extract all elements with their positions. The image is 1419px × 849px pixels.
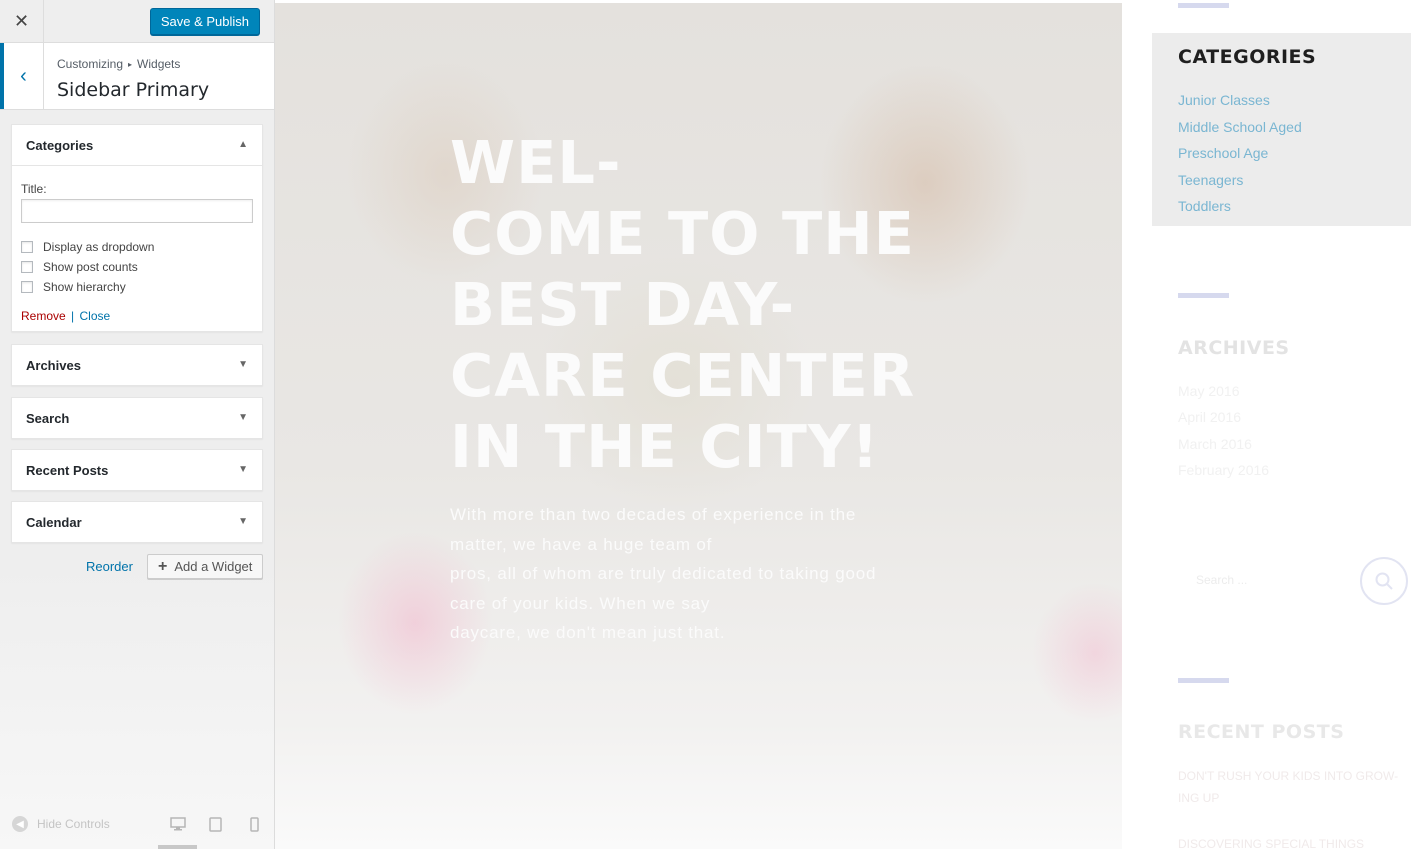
search-icon[interactable] [1360,557,1408,605]
accent-bar [1178,293,1229,298]
option-label: Show hierarchy [43,280,126,294]
widget-archives[interactable]: Archives ▼ [11,344,263,386]
plus-icon: + [158,557,168,575]
remove-link[interactable]: Remove [21,309,66,323]
archives-list: May 2016 April 2016 March 2016 February … [1178,383,1269,489]
back-arrow-icon[interactable]: ‹ [0,43,44,109]
breadcrumb-root: Customizing [57,57,124,71]
recent-post-link[interactable]: DISCOVERING SPECIAL THINGS [1178,833,1418,849]
arrow-down-icon[interactable]: ▼ [238,412,248,423]
hide-controls-button[interactable]: ◀ Hide Controls [12,816,110,832]
section-title: Sidebar Primary [57,79,210,101]
add-widget-label: Add a Widget [174,559,253,574]
category-link[interactable]: Toddlers [1178,198,1302,225]
desktop-icon[interactable] [170,817,186,834]
customizer-panel: ✕ Save & Publish ‹ Customizing ▸ Widgets S… [0,0,275,849]
widget-header-search[interactable]: Search ▼ [12,398,262,438]
tablet-icon[interactable] [209,817,222,835]
widget-categories: Categories ▲ Title: Display as dropdown … [11,124,263,332]
collapse-arrow-icon: ◀ [12,816,28,832]
customizer-header: ✕ Save & Publish [0,0,274,43]
recent-posts-title: RECENT POSTS [1178,721,1345,743]
add-widget-button[interactable]: + Add a Widget [147,554,263,579]
option-show-hierarchy[interactable]: Show hierarchy [21,277,253,297]
widget-title: Search [26,410,70,426]
widget-actions: Remove | Close [21,309,253,323]
archive-link[interactable]: April 2016 [1178,409,1269,435]
widget-calendar[interactable]: Calendar ▼ [11,501,263,543]
search-input[interactable]: Search ... [1196,573,1247,587]
widget-recent-posts[interactable]: Recent Posts ▼ [11,449,263,491]
section-title-bar: ‹ Customizing ▸ Widgets Sidebar Primary [0,43,274,110]
action-separator: | [71,309,75,323]
categories-title: CATEGORIES [1178,46,1317,68]
categories-list: Junior Classes Middle School Aged Presch… [1178,92,1302,225]
site-sidebar: CATEGORIES Junior Classes Middle School … [1122,0,1419,849]
option-label: Display as dropdown [43,240,155,254]
breadcrumb: Customizing ▸ Widgets [57,57,180,71]
option-show-post-counts[interactable]: Show post counts [21,257,253,277]
recent-post-link[interactable]: DON'T RUSH YOUR KIDS INTO GROW- ING UP [1178,765,1418,809]
category-link[interactable]: Junior Classes [1178,92,1302,119]
hero-banner: WEL- COME TO THE BEST DAY- CARE CENTER I… [275,3,1122,849]
arrow-down-icon[interactable]: ▼ [238,516,248,527]
archive-link[interactable]: March 2016 [1178,436,1269,462]
arrow-down-icon[interactable]: ▼ [238,464,248,475]
mobile-icon[interactable] [250,817,259,835]
title-field[interactable] [21,199,253,223]
widget-header-archives[interactable]: Archives ▼ [12,345,262,385]
breadcrumb-current: Widgets [137,57,181,71]
close-link[interactable]: Close [80,309,111,323]
widget-form-categories: Title: Display as dropdown Show post cou… [12,165,262,333]
archive-link[interactable]: May 2016 [1178,383,1269,409]
hero-title: WEL- COME TO THE BEST DAY- CARE CENTER I… [450,128,916,481]
selected-device-indicator [158,845,197,849]
checkbox[interactable] [21,281,33,293]
arrow-down-icon[interactable]: ▼ [238,359,248,370]
hero-text: With more than two decades of experience… [450,505,877,642]
title-field-label: Title: [21,182,47,196]
option-display-dropdown[interactable]: Display as dropdown [21,237,253,257]
close-icon[interactable]: ✕ [0,0,44,43]
accent-bar [1178,678,1229,683]
reorder-link[interactable]: Reorder [86,559,133,574]
customizer-footer: ◀ Hide Controls [0,804,275,849]
checkbox[interactable] [21,261,33,273]
widget-header-categories[interactable]: Categories ▲ [12,125,262,165]
widget-title: Categories [26,137,94,153]
hide-controls-label: Hide Controls [37,817,110,831]
checkbox[interactable] [21,241,33,253]
archives-title: ARCHIVES [1178,337,1290,359]
widget-title: Archives [26,357,81,373]
widget-title: Recent Posts [26,462,109,478]
category-link[interactable]: Teenagers [1178,172,1302,199]
widget-search[interactable]: Search ▼ [11,397,263,439]
breadcrumb-separator: ▸ [128,60,133,69]
category-link[interactable]: Middle School Aged [1178,119,1302,146]
archive-link[interactable]: February 2016 [1178,462,1269,488]
widget-title: Calendar [26,514,82,530]
option-label: Show post counts [43,260,138,274]
widget-header-calendar[interactable]: Calendar ▼ [12,502,262,542]
category-link[interactable]: Preschool Age [1178,145,1302,172]
accent-bar [1178,3,1229,8]
widget-header-recent-posts[interactable]: Recent Posts ▼ [12,450,262,490]
save-publish-button[interactable]: Save & Publish [149,8,260,35]
arrow-up-icon[interactable]: ▲ [238,139,248,150]
